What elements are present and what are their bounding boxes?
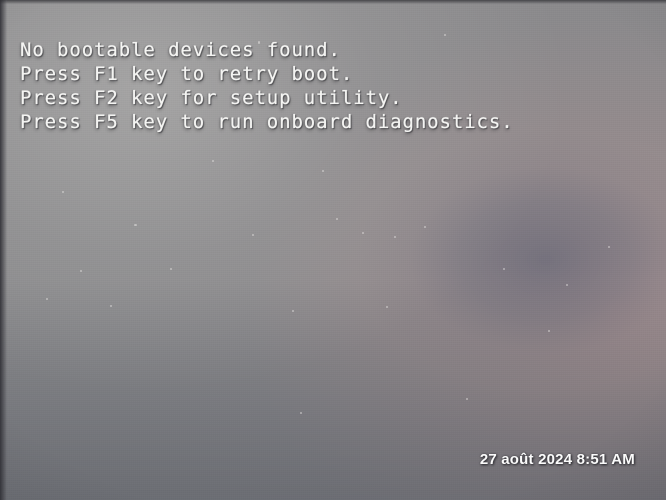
dust-speck	[134, 224, 137, 226]
dust-speck	[566, 284, 568, 286]
dust-speck	[110, 305, 112, 307]
dust-speck	[608, 246, 610, 248]
bios-line-press-f1-retry-boot: Press F1 key to retry boot.	[20, 63, 354, 85]
dust-speck	[394, 236, 396, 238]
bezel-top-edge	[0, 0, 666, 4]
dust-speck	[336, 218, 338, 220]
dust-speck	[362, 232, 364, 234]
dust-speck	[424, 226, 426, 228]
dust-speck	[444, 34, 446, 36]
dust-speck	[62, 191, 64, 193]
dust-speck	[46, 298, 48, 300]
dust-speck	[466, 398, 468, 400]
bios-message-block: No bootable devices found. Press F1 key …	[20, 38, 514, 134]
dust-speck	[80, 270, 82, 272]
dust-speck	[212, 160, 214, 162]
dust-speck	[292, 310, 294, 312]
dust-speck	[300, 412, 302, 414]
bios-screen: No bootable devices found. Press F1 key …	[0, 0, 666, 500]
photo-timestamp: 27 août 2024 8:51 AM	[479, 451, 635, 468]
dust-speck	[503, 268, 505, 270]
bios-line-press-f5-onboard-diagnostics: Press F5 key to run onboard diagnostics.	[20, 111, 514, 133]
bios-line-no-bootable-devices: No bootable devices found.	[20, 39, 341, 61]
dust-speck	[386, 306, 388, 308]
dust-speck	[170, 268, 172, 270]
dust-speck	[548, 330, 550, 332]
dust-speck	[322, 170, 324, 172]
bios-line-press-f2-setup-utility: Press F2 key for setup utility.	[20, 87, 403, 109]
bezel-left-edge	[0, 0, 7, 500]
dust-speck	[252, 234, 254, 236]
